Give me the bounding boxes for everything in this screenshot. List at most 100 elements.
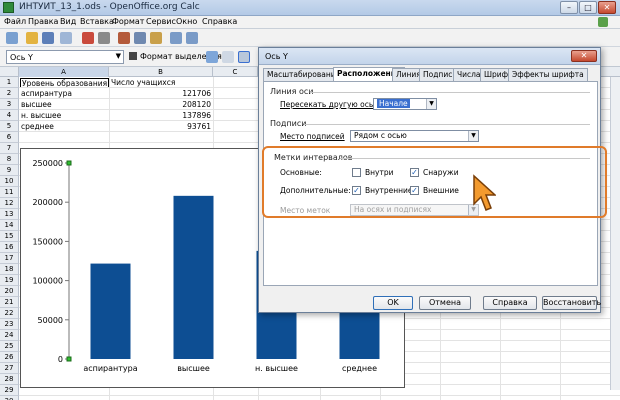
y-tick-label: 250000 <box>32 159 63 168</box>
row-header[interactable]: 11 <box>0 187 19 198</box>
dialog-close-button[interactable]: ✕ <box>571 50 597 62</box>
menu-tools[interactable]: Сервис <box>146 17 176 26</box>
dialog-tabs: Масштабирование Расположение Линия Подпи… <box>263 67 598 81</box>
col-header-c[interactable]: C <box>213 67 258 77</box>
row-header[interactable]: 17 <box>0 253 19 264</box>
help-button[interactable]: Справка <box>483 296 537 310</box>
menu-help[interactable]: Справка <box>202 17 237 26</box>
email-icon[interactable] <box>60 32 72 44</box>
row-header[interactable]: 26 <box>0 352 19 363</box>
ok-button[interactable]: OK <box>373 296 413 310</box>
y-tick-label: 50000 <box>38 316 63 325</box>
row-header[interactable]: 21 <box>0 297 19 308</box>
y-tick-label: 150000 <box>32 237 63 246</box>
standard-toolbar <box>0 29 620 47</box>
menu-window[interactable]: Окно <box>176 17 197 26</box>
row-header[interactable]: 10 <box>0 176 19 187</box>
object-selector-value: Ось Y <box>10 53 33 62</box>
redo-icon[interactable] <box>186 32 198 44</box>
row-header[interactable]: 15 <box>0 231 19 242</box>
row-header[interactable]: 23 <box>0 319 19 330</box>
row-header[interactable]: 5 <box>0 121 19 132</box>
menu-insert[interactable]: Вставка <box>80 17 114 26</box>
row-header[interactable]: 14 <box>0 220 19 231</box>
y-tick-label: 100000 <box>32 277 63 286</box>
close-button[interactable]: ✕ <box>598 1 616 14</box>
menu-file[interactable]: Файл <box>4 17 26 26</box>
calc-app-icon <box>3 2 14 13</box>
undo-icon[interactable] <box>170 32 182 44</box>
y-tick-label: 0 <box>58 355 63 364</box>
row-header[interactable]: 25 <box>0 341 19 352</box>
chart-type-icon[interactable] <box>206 51 218 63</box>
row-header[interactable]: 4 <box>0 110 19 121</box>
chevron-down-icon: ▼ <box>426 99 436 109</box>
corner-cell[interactable] <box>0 67 19 77</box>
row-header[interactable]: 1 <box>0 77 19 88</box>
section-divider <box>310 92 590 93</box>
x-tick-label: среднее <box>342 364 377 373</box>
row-header[interactable]: 20 <box>0 286 19 297</box>
grid-toggle-icon[interactable] <box>238 51 250 63</box>
row-header[interactable]: 29 <box>0 385 19 396</box>
cross-axis-label: Пересекать другую ось в <box>280 100 381 109</box>
row-header[interactable]: 24 <box>0 330 19 341</box>
row-header[interactable]: 28 <box>0 374 19 385</box>
row-header[interactable]: 22 <box>0 308 19 319</box>
col-header-a[interactable]: A <box>19 67 109 77</box>
row-header[interactable]: 9 <box>0 165 19 176</box>
y-tick-label: 200000 <box>32 198 63 207</box>
label-place-label: Место подписей <box>280 132 345 141</box>
menu-view[interactable]: Вид <box>60 17 76 26</box>
row-header[interactable]: 16 <box>0 242 19 253</box>
chevron-down-icon: ▼ <box>115 52 121 60</box>
object-selector[interactable]: Ось Y ▼ <box>6 50 124 64</box>
row-header[interactable]: 2 <box>0 88 19 99</box>
open-folder-icon[interactable] <box>26 32 38 44</box>
minimize-button[interactable]: – <box>560 1 578 14</box>
menu-format[interactable]: Формат <box>112 17 144 26</box>
paste-icon[interactable] <box>150 32 162 44</box>
row-header[interactable]: 7 <box>0 143 19 154</box>
bar <box>173 195 214 359</box>
row-header[interactable]: 6 <box>0 132 19 143</box>
col-header-b[interactable]: B <box>109 67 213 77</box>
dialog-title: Ось Y <box>259 48 600 65</box>
tab-font-effects[interactable]: Эффекты шрифта <box>508 68 588 81</box>
row-header[interactable]: 18 <box>0 264 19 275</box>
label-place-value: Рядом с осью <box>354 131 407 140</box>
selection-handle <box>66 160 72 166</box>
cross-axis-value: Начале <box>377 99 410 108</box>
vertical-scrollbar[interactable] <box>610 77 620 390</box>
menu-bar: Файл Правка Вид Вставка Формат Сервис Ок… <box>0 16 620 29</box>
row-header[interactable]: 27 <box>0 363 19 374</box>
mouse-cursor-icon <box>473 174 496 211</box>
row-header[interactable]: 12 <box>0 198 19 209</box>
cut-icon[interactable] <box>118 32 130 44</box>
print-icon[interactable] <box>98 32 110 44</box>
maximize-button[interactable]: □ <box>579 1 597 14</box>
interval-marks-highlight <box>262 146 607 218</box>
row-header[interactable]: 30 <box>0 396 19 400</box>
cancel-button[interactable]: Отмена <box>419 296 471 310</box>
reset-button[interactable]: Восстановить <box>542 296 601 310</box>
menu-edit[interactable]: Правка <box>28 17 58 26</box>
pdf-export-icon[interactable] <box>82 32 94 44</box>
labels-section-title: Подписи <box>270 119 307 128</box>
axis-line-section-title: Линия оси <box>270 87 314 96</box>
row-header[interactable]: 19 <box>0 275 19 286</box>
row-header[interactable]: 3 <box>0 99 19 110</box>
label-place-dropdown[interactable]: Рядом с осью ▼ <box>350 130 479 142</box>
row-header[interactable]: 8 <box>0 154 19 165</box>
row-header[interactable]: 13 <box>0 209 19 220</box>
copy-icon[interactable] <box>134 32 146 44</box>
x-tick-label: аспирантура <box>83 364 137 373</box>
cross-axis-dropdown[interactable]: Начале ▼ <box>373 98 437 110</box>
save-icon[interactable] <box>42 32 54 44</box>
chevron-down-icon: ▼ <box>468 131 478 141</box>
new-doc-icon[interactable] <box>6 32 18 44</box>
window-titlebar: ИНТУИТ_13_1.ods - OpenOffice.org Calc – … <box>0 0 620 16</box>
section-divider <box>304 124 590 125</box>
document-close-icon[interactable] <box>598 17 608 27</box>
chart-data-icon[interactable] <box>222 51 234 63</box>
